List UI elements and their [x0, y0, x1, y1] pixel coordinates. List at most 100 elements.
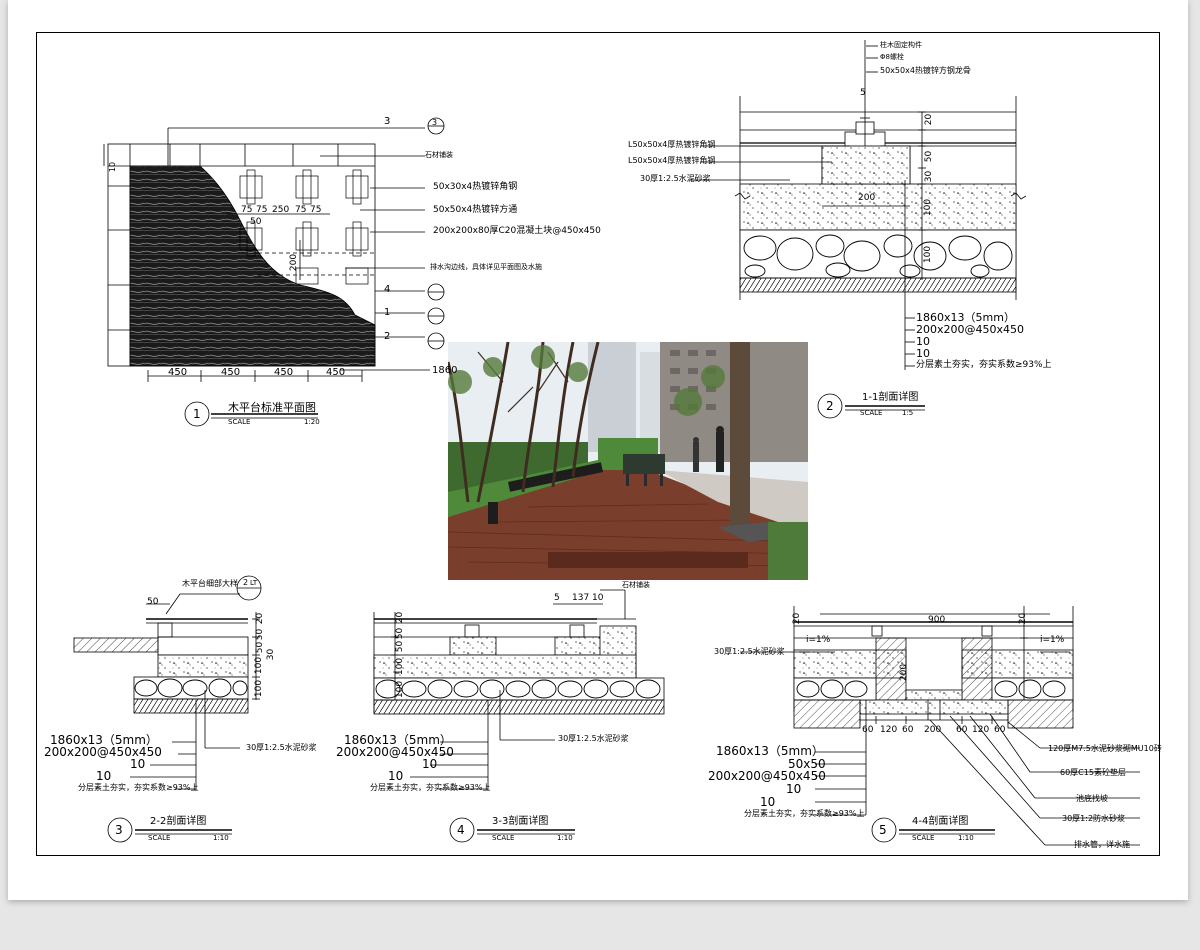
- s22-title-number: 3: [115, 823, 123, 837]
- plan-ref-4: 4: [384, 284, 391, 295]
- s44-dim-b1: 60: [862, 725, 874, 735]
- s44-layer-2: 200x200@450x450: [708, 769, 826, 783]
- s22-layer-3: 10: [130, 757, 146, 771]
- s33-scale-label: SCALE: [492, 834, 515, 842]
- plan-dim-bottom-1: 450: [168, 367, 188, 378]
- s44-dim-200: 200: [899, 663, 910, 682]
- plan-label-angle: 50x30x4热镀锌角钢: [433, 182, 518, 192]
- s11-dim-20: 20: [924, 113, 935, 126]
- s44-dim-20a: 20: [792, 612, 803, 625]
- s44-label-mortar: 30厚1:2.5水泥砂浆: [714, 647, 785, 656]
- s22-layer-5: 分层素土夯实，夯实系数≥93%上: [78, 783, 199, 792]
- s33-dim-100b: 100: [395, 680, 406, 699]
- s22-dim-100b: 100: [254, 679, 265, 698]
- plan-dim-75a: 75: [241, 205, 253, 215]
- s22-scale: 1:10: [213, 834, 229, 842]
- s11-dim-200: 200: [858, 193, 876, 203]
- s11-dim-100a: 100: [923, 198, 934, 217]
- s33-dim-50a: 50: [395, 627, 406, 640]
- s11-dim-5: 5: [860, 88, 866, 98]
- s11-label-fix: 柱木固定构件: [880, 41, 922, 49]
- s44-label-c15: 60厚C15素砼垫层: [1060, 768, 1126, 777]
- plan-dim-250: 250: [272, 205, 290, 215]
- s11-layer-3: 10: [916, 335, 930, 348]
- s11-title: 1-1剖面详图: [862, 392, 919, 403]
- s22-dim-20: 20: [255, 612, 266, 625]
- plan-dim-75b: 75: [256, 205, 268, 215]
- plan-dim-50: 50: [250, 217, 262, 227]
- s44-layer-1: 1860x13（5mm）: [716, 744, 824, 758]
- s33-layer-5: 分层素土夯实，夯实系数≥93%上: [370, 783, 491, 792]
- plan-ref-1: 1: [384, 307, 391, 318]
- s44-label-slope: 池底找坡: [1076, 794, 1108, 803]
- plan-dim-bottom-3: 450: [274, 367, 294, 378]
- s22-layer-4: 10: [96, 769, 112, 783]
- s44-dim-top: 900: [928, 615, 946, 625]
- s11-dim-30: 30: [924, 170, 935, 183]
- plan-label-1860: 1860: [432, 365, 458, 376]
- plan-dim-75c: 75: [295, 205, 307, 215]
- s33-label-stone: 石材铺装: [622, 581, 650, 589]
- s33-layer-3: 10: [422, 757, 438, 771]
- s44-title-number: 5: [879, 823, 887, 837]
- s44-layer-4: 10: [760, 795, 776, 809]
- s44-slope-left: i=1%: [806, 635, 831, 645]
- s44-label-wall: 120厚M7.5水泥砂浆砌MU10砖: [1048, 744, 1162, 753]
- s22-title: 2-2剖面详图: [150, 816, 207, 827]
- plan-dim-bottom-4: 450: [326, 367, 346, 378]
- s33-dim-50b: 50: [395, 640, 406, 653]
- s44-dim-b4: 200: [924, 725, 942, 735]
- s44-dim-b7: 60: [994, 725, 1006, 735]
- plan-dim-200: 200: [289, 253, 300, 272]
- s44-dim-20b: 20: [1018, 612, 1029, 625]
- s11-label-bolt: Φ8螺栓: [880, 53, 904, 61]
- s11-layer-1: 1860x13（5mm）: [916, 311, 1015, 324]
- s44-title: 4-4剖面详图: [912, 816, 969, 827]
- s11-layer-4: 10: [916, 347, 930, 360]
- s44-dim-b3: 60: [902, 725, 914, 735]
- s11-layer-5: 分层素土夯实，夯实系数≥93%上: [916, 360, 1052, 370]
- plan-ref-2: 2: [384, 331, 391, 342]
- s22-dim-100a: 100: [254, 656, 265, 675]
- section-3-3: [373, 589, 665, 843]
- plan-ref-3-circle: 3: [432, 118, 438, 127]
- s44-layer-3: 10: [786, 782, 802, 796]
- s33-dim-137: 137: [572, 593, 590, 603]
- s11-scale-label: SCALE: [860, 409, 883, 417]
- s44-layer-5: 分层素土夯实，夯实系数≥93%上: [744, 809, 865, 818]
- plan-label-stone: 石材铺装: [425, 151, 453, 159]
- plan-scale-label: SCALE: [228, 418, 251, 426]
- s11-title-number: 2: [826, 399, 834, 413]
- plan-label-drain: 排水沟边线，具体详见平面图及水施: [430, 263, 542, 271]
- plan-scale: 1:20: [304, 418, 320, 426]
- reference-photo: [448, 342, 808, 580]
- s22-label-mortar: 30厚1:2.5水泥砂浆: [246, 743, 317, 752]
- plan-label-tube: 50x50x4热镀锌方通: [433, 205, 518, 215]
- s11-label-angle1: L50x50x4厚热镀锌角钢: [628, 140, 716, 149]
- plan-ref-3: 3: [384, 116, 391, 127]
- s44-scale: 1:10: [958, 834, 974, 842]
- s11-label-angle2: L50x50x4厚热镀锌角钢: [628, 156, 716, 165]
- plan-view: [103, 117, 445, 427]
- s44-dim-b6: 120: [972, 725, 990, 735]
- plan-dim-bottom-2: 450: [221, 367, 241, 378]
- s44-label-drainpipe: 排水管，详水施: [1074, 840, 1130, 849]
- s33-layer-4: 10: [388, 769, 404, 783]
- s44-scale-label: SCALE: [912, 834, 935, 842]
- plan-title: 木平台标准平面图: [228, 401, 316, 414]
- s22-label-detail: 木平台细部大样: [182, 579, 238, 588]
- s44-slope-right: i=1%: [1040, 635, 1065, 645]
- s44-label-mortar2: 30厚1:2防水砂浆: [1062, 814, 1126, 823]
- s22-dim-50c: 50: [255, 641, 266, 654]
- s22-dim-50b: 50: [255, 628, 266, 641]
- s33-title: 3-3剖面详图: [492, 816, 549, 827]
- plan-title-number: 1: [193, 407, 201, 421]
- plan-label-block: 200x200x80厚C20混凝土块@450x450: [433, 226, 601, 236]
- s22-ref-number: 2: [243, 578, 249, 587]
- plan-dim-10: 10: [108, 161, 118, 173]
- s22-dim-50: 50: [147, 597, 159, 607]
- s11-layer-2: 200x200@450x450: [916, 323, 1025, 336]
- section-2-2: [73, 575, 262, 843]
- s33-dim-10: 10: [592, 593, 604, 603]
- s11-label-tube: 50x50x4热镀锌方钢龙骨: [880, 66, 971, 75]
